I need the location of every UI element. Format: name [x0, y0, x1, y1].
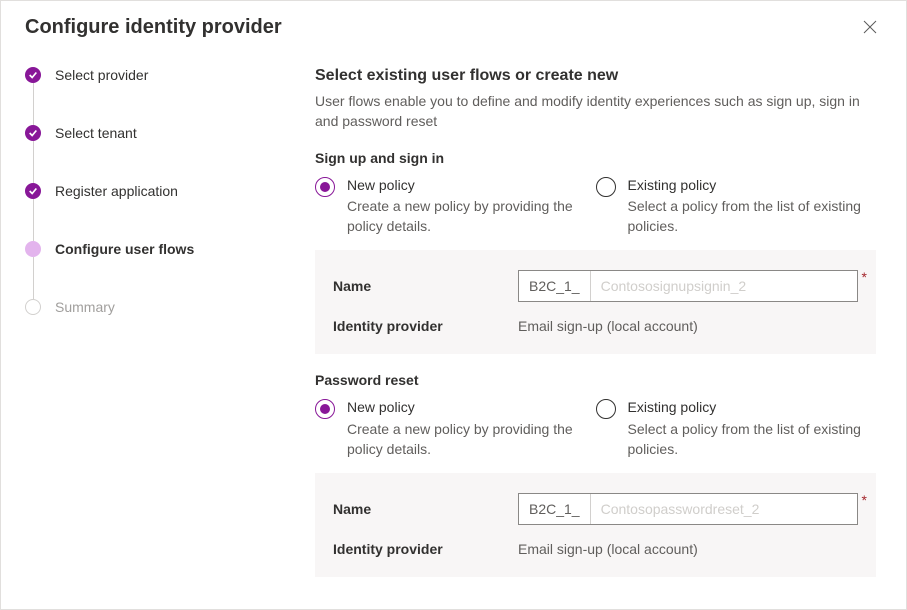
signup-policy-choice: New policy Create a new policy by provid… [315, 176, 876, 237]
current-step-icon [25, 241, 41, 257]
panel-body: Select provider Select tenant Register a… [1, 49, 906, 609]
idp-label: Identity provider [333, 318, 518, 334]
panel-title: Configure identity provider [25, 16, 282, 39]
radio-description: Select a policy from the list of existin… [628, 420, 877, 459]
name-label: Name [333, 501, 518, 517]
pending-step-icon [25, 299, 41, 315]
radio-description: Select a policy from the list of existin… [628, 197, 877, 236]
step-register-application[interactable]: Register application [25, 183, 257, 241]
close-button[interactable] [858, 15, 882, 39]
reset-new-policy-option[interactable]: New policy Create a new policy by provid… [315, 398, 596, 459]
step-select-tenant[interactable]: Select tenant [25, 125, 257, 183]
radio-title: New policy [347, 398, 596, 418]
required-indicator: * [862, 269, 867, 285]
radio-title: Existing policy [628, 398, 877, 418]
radio-description: Create a new policy by providing the pol… [347, 420, 596, 459]
radio-icon [596, 399, 616, 419]
step-label: Configure user flows [55, 241, 194, 257]
checkmark-icon [25, 125, 41, 141]
radio-description: Create a new policy by providing the pol… [347, 197, 596, 236]
configure-identity-provider-panel: Configure identity provider Select provi… [0, 0, 907, 610]
reset-existing-policy-option[interactable]: Existing policy Select a policy from the… [596, 398, 877, 459]
checkmark-icon [25, 183, 41, 199]
wizard-steps: Select provider Select tenant Register a… [1, 49, 281, 609]
required-indicator: * [862, 492, 867, 508]
section-label-signup: Sign up and sign in [315, 150, 876, 166]
step-label: Select provider [55, 67, 148, 83]
name-label: Name [333, 278, 518, 294]
radio-title: Existing policy [628, 176, 877, 196]
idp-label: Identity provider [333, 541, 518, 557]
name-prefix: B2C_1_ [519, 494, 591, 524]
reset-name-input[interactable] [591, 494, 857, 524]
content-description: User flows enable you to define and modi… [315, 91, 876, 132]
checkmark-icon [25, 67, 41, 83]
close-icon [863, 20, 877, 34]
content-area: Select existing user flows or create new… [281, 49, 906, 609]
step-select-provider[interactable]: Select provider [25, 67, 257, 125]
reset-form: Name B2C_1_ * Identity provider Email si… [315, 473, 876, 577]
radio-icon [315, 177, 335, 197]
reset-name-input-wrap: B2C_1_ * [518, 493, 858, 525]
signup-name-input-wrap: B2C_1_ * [518, 270, 858, 302]
name-prefix: B2C_1_ [519, 271, 591, 301]
idp-value: Email sign-up (local account) [518, 541, 858, 557]
panel-header: Configure identity provider [1, 1, 906, 49]
step-label: Select tenant [55, 125, 137, 141]
step-label: Summary [55, 299, 115, 315]
radio-icon [596, 177, 616, 197]
signup-name-input[interactable] [591, 271, 857, 301]
reset-policy-choice: New policy Create a new policy by provid… [315, 398, 876, 459]
content-title: Select existing user flows or create new [315, 67, 876, 85]
radio-title: New policy [347, 176, 596, 196]
radio-icon [315, 399, 335, 419]
signup-new-policy-option[interactable]: New policy Create a new policy by provid… [315, 176, 596, 237]
signup-form: Name B2C_1_ * Identity provider Email si… [315, 250, 876, 354]
idp-value: Email sign-up (local account) [518, 318, 858, 334]
step-label: Register application [55, 183, 178, 199]
signup-existing-policy-option[interactable]: Existing policy Select a policy from the… [596, 176, 877, 237]
step-summary[interactable]: Summary [25, 299, 257, 315]
step-configure-user-flows[interactable]: Configure user flows [25, 241, 257, 299]
section-label-reset: Password reset [315, 372, 876, 388]
